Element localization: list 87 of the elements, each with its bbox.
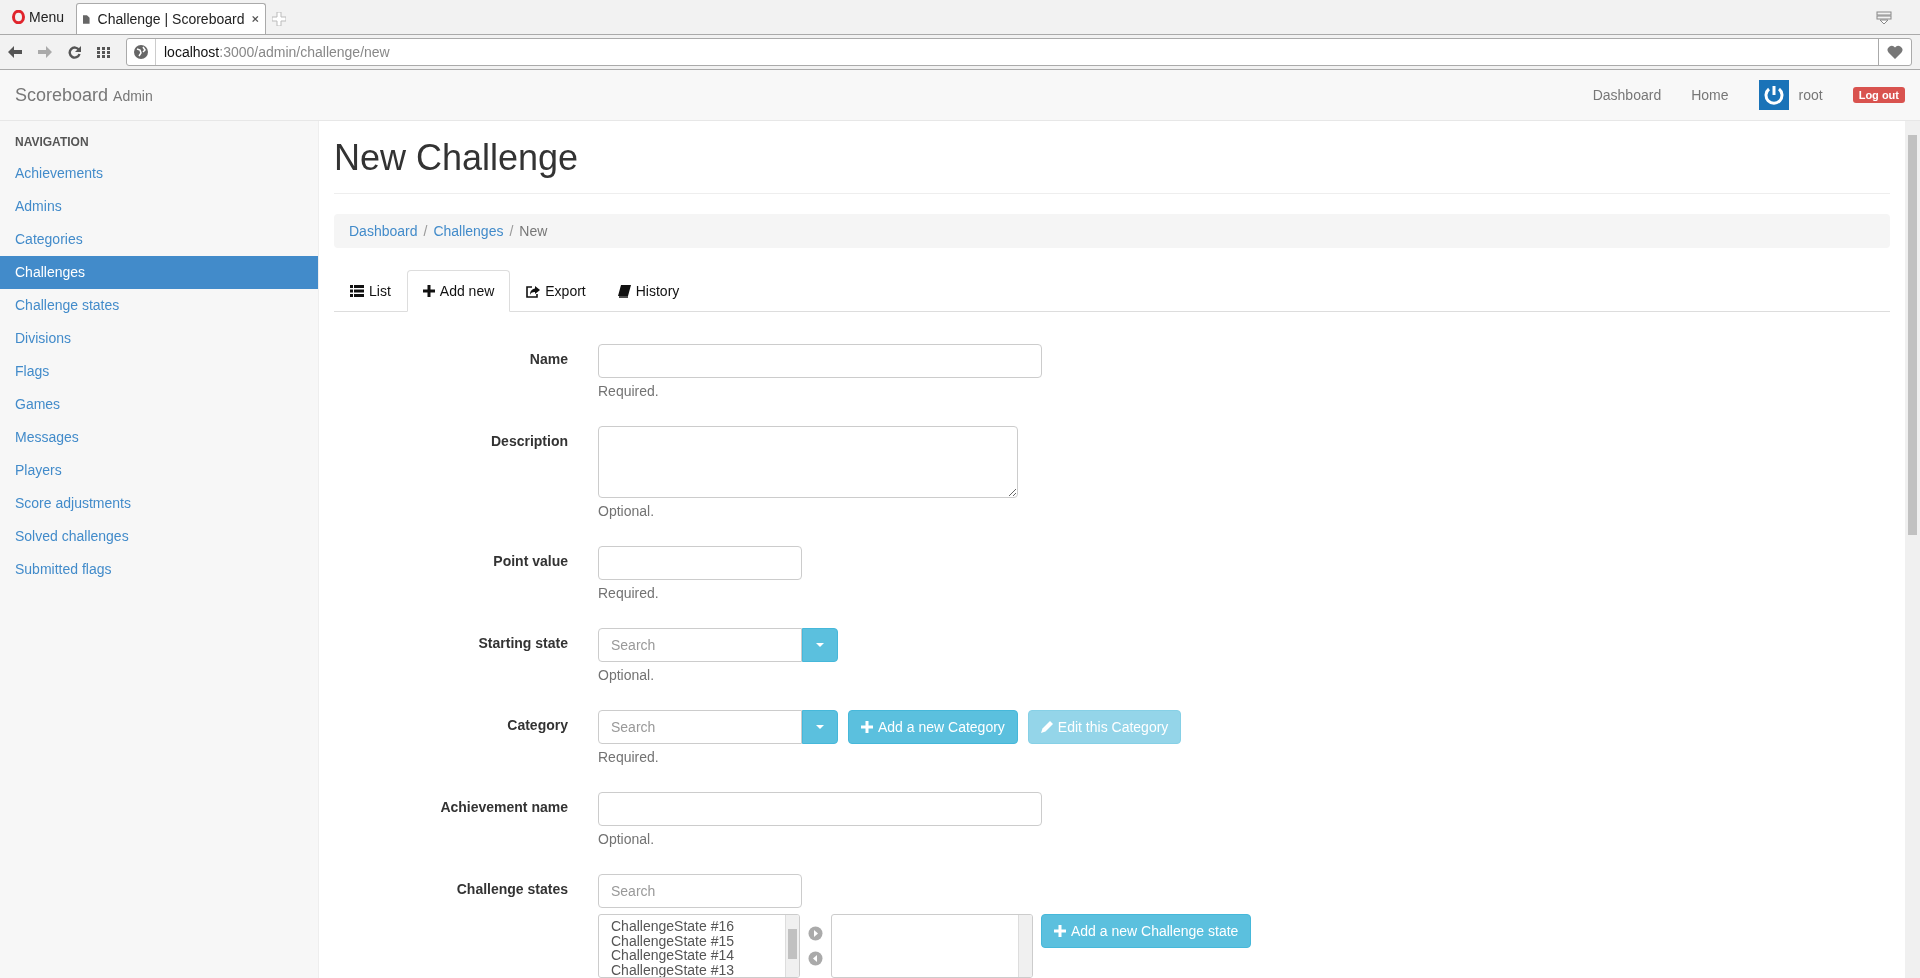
sidebar-item[interactable]: Divisions <box>0 322 318 355</box>
user-avatar-icon <box>1758 80 1789 110</box>
field-label: Name <box>528 350 568 367</box>
browser-logo-icon <box>12 10 25 24</box>
help-text: Required. <box>598 749 660 765</box>
field-label: Achievement name <box>439 798 568 815</box>
text-field[interactable] <box>598 546 802 580</box>
action-button[interactable]: Add a new Category <box>848 710 1018 744</box>
sidebar-item[interactable]: Flags <box>0 355 318 388</box>
tab[interactable]: History <box>601 270 696 312</box>
help-text: Optional. <box>598 503 656 519</box>
menu-button[interactable]: Menu <box>6 3 71 31</box>
sidebar-item[interactable]: Messages <box>0 421 318 454</box>
list-option[interactable]: ChallengeState #15 <box>611 933 773 948</box>
breadcrumb-link[interactable]: Dashboard <box>349 223 418 239</box>
field-label: Challenge states <box>455 880 568 897</box>
breadcrumb-separator: / <box>423 223 428 239</box>
page-title: New Challenge <box>334 137 1890 194</box>
sidebar-item[interactable]: Admins <box>0 190 318 223</box>
list-option[interactable]: ChallengeState #16 <box>611 919 773 934</box>
sidebar-item[interactable]: Submitted flags <box>0 553 318 586</box>
text-area[interactable] <box>598 426 1018 498</box>
user-name[interactable]: root <box>1798 87 1823 103</box>
dropdown-button[interactable] <box>802 628 838 662</box>
sidebar-item[interactable]: Categories <box>0 223 318 256</box>
tab[interactable]: Add new <box>406 270 511 312</box>
sidebar-item[interactable]: Games <box>0 388 318 421</box>
caret-icon <box>816 725 824 729</box>
breadcrumb-separator: / <box>509 223 514 239</box>
list-option[interactable]: ChallengeState #14 <box>611 948 773 963</box>
nav-link[interactable]: Home <box>1691 87 1729 103</box>
text-field[interactable] <box>598 344 1042 378</box>
field-label: Starting state <box>477 634 568 651</box>
close-icon[interactable] <box>252 14 260 24</box>
sidebar-item[interactable]: Achievements <box>0 157 318 190</box>
selected-list[interactable] <box>831 914 1033 978</box>
help-text: Optional. <box>598 831 656 847</box>
list-option[interactable]: ChallengeState #13 <box>611 962 773 977</box>
pencil-icon <box>1040 721 1053 733</box>
move-right-icon[interactable] <box>808 926 823 941</box>
search-field[interactable]: Search <box>598 710 802 744</box>
help-text: Required. <box>598 585 660 601</box>
book-icon <box>617 284 631 298</box>
scrollbar-thumb[interactable] <box>788 929 797 959</box>
logout-button[interactable]: Log out <box>1852 87 1905 103</box>
action-button[interactable]: Add a new Challenge state <box>1041 914 1252 948</box>
plus-icon <box>1054 925 1066 937</box>
plus-icon <box>861 721 873 733</box>
help-text: Required. <box>598 383 660 399</box>
field-label: Category <box>506 716 568 733</box>
share-icon <box>526 284 541 298</box>
help-text: Optional. <box>598 667 656 683</box>
sidebar-item[interactable]: Score adjustments <box>0 487 318 520</box>
grid-icon[interactable] <box>97 46 110 58</box>
search-field[interactable]: Search <box>598 628 802 662</box>
browser-tab[interactable]: Challenge | Scoreboard <box>76 3 267 34</box>
heart-icon[interactable] <box>1887 45 1903 59</box>
scrollbar-thumb[interactable] <box>1908 135 1917 535</box>
breadcrumb-link[interactable]: Challenges <box>433 223 504 239</box>
tab[interactable]: Export <box>510 270 602 312</box>
sidebar-item[interactable]: Solved challenges <box>0 520 318 553</box>
field-label: Description <box>490 432 568 449</box>
options-list[interactable]: ChallengeState #16 ChallengeState #15 ChallengeState #14 ChallengeState #13 <box>598 914 800 978</box>
sidebar-heading: NAVIGATION <box>15 135 90 149</box>
address-bar[interactable]: localhost:3000/admin/challenge/new <box>126 38 1912 66</box>
list-icon <box>350 285 364 297</box>
caret-icon <box>816 643 824 647</box>
tab[interactable]: List <box>334 270 407 312</box>
nav-link[interactable]: Dashboard <box>1592 87 1662 103</box>
tabs-menu-icon[interactable] <box>1876 11 1892 25</box>
new-tab-icon[interactable] <box>272 12 287 26</box>
back-icon[interactable] <box>8 46 22 58</box>
dropdown-button[interactable] <box>802 710 838 744</box>
breadcrumb-current: New <box>519 223 548 239</box>
document-icon <box>83 12 90 26</box>
globe-icon <box>133 44 149 60</box>
move-left-icon[interactable] <box>808 951 823 966</box>
forward-icon[interactable] <box>38 46 52 58</box>
sidebar-item[interactable]: Challenge states <box>0 289 318 322</box>
brand-title[interactable]: Scoreboard Admin <box>15 84 153 106</box>
sidebar-item[interactable]: Players <box>0 454 318 487</box>
sidebar-item[interactable]: Challenges <box>0 256 318 289</box>
text-field[interactable] <box>598 792 1042 826</box>
search-field[interactable]: Search <box>598 874 802 908</box>
field-label: Point value <box>492 552 568 569</box>
reload-icon[interactable] <box>68 45 81 59</box>
plus-icon <box>422 285 435 297</box>
